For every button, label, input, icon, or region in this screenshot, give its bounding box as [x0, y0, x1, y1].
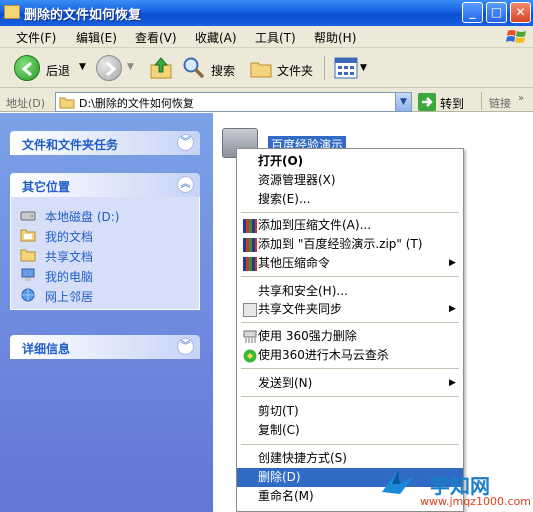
up-folder-icon[interactable]: [148, 55, 174, 81]
back-dropdown-icon[interactable]: ▼: [79, 62, 86, 72]
go-button[interactable]: 转到: [440, 95, 464, 112]
ctx-shared-sync[interactable]: 共享文件夹同步: [237, 300, 463, 319]
toolbar-divider: [324, 56, 325, 80]
menu-tools[interactable]: 工具(T): [255, 29, 296, 46]
ctx-copy[interactable]: 复制(C): [237, 421, 463, 440]
ctx-sharing-security[interactable]: 共享和安全(H)...: [237, 282, 463, 301]
collapse-chevron-icon[interactable]: ︾: [177, 134, 194, 151]
folder-icon: [20, 229, 36, 242]
folders-button[interactable]: 文件夹: [277, 62, 313, 79]
back-button[interactable]: 后退: [46, 62, 70, 79]
address-label: 地址(D): [6, 97, 46, 110]
address-value[interactable]: D:\删除的文件如何恢复: [79, 95, 194, 111]
ctx-separator: [241, 322, 459, 323]
views-icon[interactable]: [334, 57, 358, 79]
collapse-chevron-icon[interactable]: ︾: [177, 338, 194, 355]
ctx-cut[interactable]: 剪切(T): [237, 402, 463, 421]
place-local-disk[interactable]: 本地磁盘 (D:): [45, 208, 119, 225]
ctx-separator: [241, 276, 459, 277]
folder-icon: [20, 249, 36, 262]
ctx-create-shortcut[interactable]: 创建快捷方式(S): [237, 449, 463, 468]
close-button[interactable]: ✕: [510, 2, 531, 23]
menu-edit[interactable]: 编辑(E): [76, 29, 117, 46]
ctx-add-to-archive[interactable]: 添加到压缩文件(A)...: [237, 216, 463, 235]
ctx-separator: [241, 212, 459, 213]
window-title: 删除的文件如何恢复: [24, 8, 142, 23]
search-button[interactable]: 搜索: [211, 62, 235, 79]
ctx-separator: [241, 368, 459, 369]
watermark-url: www.jmqz1000.com: [420, 495, 531, 508]
submenu-arrow-icon: ▶: [449, 378, 456, 388]
address-dropdown-icon[interactable]: ▼: [395, 93, 411, 111]
place-my-computer[interactable]: 我的电脑: [45, 268, 93, 285]
back-arrow-icon[interactable]: [14, 55, 40, 81]
menu-help[interactable]: 帮助(H): [314, 29, 356, 46]
go-arrow-icon[interactable]: [418, 93, 436, 111]
ctx-separator: [241, 444, 459, 445]
ctx-search[interactable]: 搜索(E)...: [237, 190, 463, 209]
forward-arrow-icon[interactable]: [96, 55, 122, 81]
ctx-360-trojan-scan[interactable]: 使用360进行木马云查杀: [237, 346, 463, 365]
submenu-arrow-icon: ▶: [449, 258, 456, 268]
other-places-title: 其它位置: [22, 180, 71, 194]
network-icon: [21, 288, 35, 302]
file-tasks-title: 文件和文件夹任务: [22, 138, 119, 152]
search-icon[interactable]: [182, 56, 206, 80]
folders-icon[interactable]: [249, 57, 273, 79]
ctx-separator: [241, 396, 459, 397]
views-dropdown-icon[interactable]: ▼: [360, 63, 367, 73]
menu-view[interactable]: 查看(V): [135, 29, 177, 46]
place-shared-documents[interactable]: 共享文档: [45, 248, 93, 265]
place-network-neighborhood[interactable]: 网上邻居: [45, 288, 93, 305]
address-divider: [481, 92, 482, 110]
folder-icon: [4, 5, 20, 19]
forward-dropdown-icon[interactable]: ▼: [127, 62, 134, 72]
links-chevron-icon[interactable]: »: [518, 93, 524, 104]
ctx-add-to-zip[interactable]: 添加到 "百度经验演示.zip" (T): [237, 235, 463, 254]
watermark-logo-icon: [382, 470, 414, 494]
ctx-send-to[interactable]: 发送到(N): [237, 374, 463, 393]
links-button[interactable]: 链接: [489, 95, 511, 111]
maximize-button[interactable]: □: [486, 2, 507, 23]
folder-icon: [59, 97, 75, 109]
details-title: 详细信息: [22, 342, 71, 356]
menu-favorites[interactable]: 收藏(A): [195, 29, 237, 46]
ctx-360-force-delete[interactable]: 使用 360强力删除: [237, 327, 463, 346]
minimize-button[interactable]: _: [462, 2, 483, 23]
drive-icon: [20, 211, 36, 221]
place-my-documents[interactable]: 我的文档: [45, 228, 93, 245]
submenu-arrow-icon: ▶: [449, 304, 456, 314]
ctx-open[interactable]: 打开(O): [237, 152, 463, 171]
computer-icon: [21, 268, 35, 281]
collapse-chevron-icon[interactable]: ︽: [177, 176, 194, 193]
windows-logo-icon: [506, 30, 526, 43]
ctx-other-compress[interactable]: 其他压缩命令: [237, 254, 463, 273]
ctx-explorer[interactable]: 资源管理器(X): [237, 171, 463, 190]
menu-file[interactable]: 文件(F): [16, 29, 56, 46]
